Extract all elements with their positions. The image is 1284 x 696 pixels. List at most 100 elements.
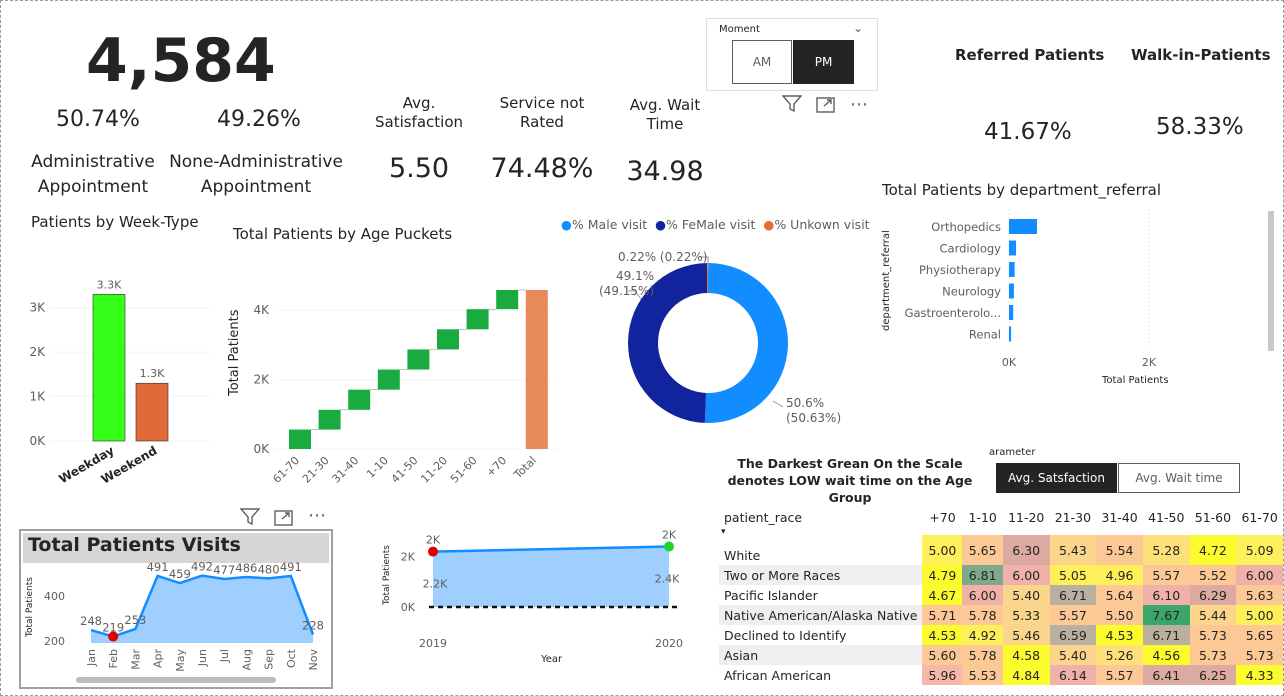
race-age-matrix: patient_race +70 1-10 11-20 21-30 31-40 41-50… xyxy=(719,507,1283,685)
chevron-down-icon[interactable]: ⌄ xyxy=(853,21,863,35)
dept-category-label: Gastroenterolo... xyxy=(905,306,1001,320)
legend-dot-female: ● xyxy=(655,217,667,232)
dept-bar[interactable] xyxy=(1009,305,1014,320)
matrix-row-header[interactable]: patient_race xyxy=(719,507,922,531)
visits-data-label: 219 xyxy=(102,621,124,635)
nonadmin-pct-kpi: 49.26% xyxy=(217,107,301,132)
slicer-title: Moment xyxy=(719,24,760,35)
matrix-col-header[interactable]: 21-30 xyxy=(1050,507,1097,531)
matrix-cell: 5.53 xyxy=(962,665,1003,685)
matrix-cell: 6.00 xyxy=(962,585,1003,605)
matrix-row[interactable]: Native American/Alaska Native 5.71 5.78 5.3… xyxy=(719,605,1283,625)
visits-data-label: 248 xyxy=(80,614,102,628)
matrix-cell: 5.96 xyxy=(922,665,963,685)
dept-category-label: Physiotherapy xyxy=(919,263,1001,277)
matrix-row[interactable]: Pacific Islander 4.67 6.00 5.40 6.71 5.64 6.10… xyxy=(719,585,1283,605)
dept-bar[interactable] xyxy=(1009,262,1015,277)
age-x-tick: 31-40 xyxy=(330,454,362,486)
age-bar-51-60[interactable] xyxy=(466,309,489,330)
matrix-row[interactable]: African American 5.96 5.53 4.84 6.14 5.57 6.41… xyxy=(719,665,1283,685)
age-bar-31-40[interactable] xyxy=(348,389,371,410)
more-options-icon[interactable]: ⋯ xyxy=(850,94,869,115)
matrix-cell: 5.78 xyxy=(962,605,1003,625)
age-chart-title: Total Patients by Age Puckets xyxy=(233,225,453,243)
age-bar-1-10[interactable] xyxy=(377,369,400,390)
visits-x-tick: Jan xyxy=(85,649,98,667)
visits-x-tick: Sep xyxy=(263,649,276,670)
walkin-label: Walk-in-Patients xyxy=(1131,46,1271,64)
week-bar-weekend[interactable] xyxy=(135,382,169,442)
matrix-cell: 5.09 xyxy=(1236,531,1283,565)
age-bar-41-50[interactable] xyxy=(407,349,430,370)
matrix-col-header[interactable]: 61-70 xyxy=(1236,507,1283,531)
week-y-tick: 2K xyxy=(29,345,46,359)
referred-label: Referred Patients xyxy=(955,46,1105,64)
more-options-icon[interactable]: ⋯ xyxy=(308,505,326,526)
donut-slice-male[interactable] xyxy=(704,263,788,423)
donut-label-male: 50.6% (50.63%) xyxy=(786,396,842,425)
matrix-col-header[interactable]: 1-10 xyxy=(962,507,1002,531)
matrix-row[interactable]: Asian 5.60 5.78 4.58 5.40 5.26 4.56 5.73 5.73 xyxy=(719,645,1283,665)
year-min-point[interactable] xyxy=(428,546,438,557)
matrix-cell: 4.92 xyxy=(962,625,1003,645)
focus-mode-icon[interactable] xyxy=(274,509,294,531)
filter-icon[interactable] xyxy=(781,95,803,117)
focus-mode-icon[interactable] xyxy=(816,96,836,118)
matrix-race-label: Asian xyxy=(724,647,759,663)
matrix-cell: 6.25 xyxy=(1189,665,1237,685)
param-option-wait-time[interactable]: Avg. Wait time xyxy=(1118,463,1240,493)
report-page: 4,584 50.74% 49.26% Administrative Appoin… xyxy=(0,0,1284,696)
param-option-satisfaction[interactable]: Avg. Satsfaction xyxy=(996,463,1117,493)
week-bar-weekday[interactable] xyxy=(92,294,126,442)
matrix-col-header[interactable]: +70 xyxy=(922,507,962,531)
dept-bar[interactable] xyxy=(1009,219,1037,234)
age-bar-+70[interactable] xyxy=(496,289,519,310)
age-bar-61-70[interactable] xyxy=(289,429,311,449)
visits-data-label: 228 xyxy=(302,619,324,633)
matrix-cell: 4.96 xyxy=(1096,565,1143,585)
age-bar-21-30[interactable] xyxy=(318,409,341,430)
moment-slicer: Moment ⌄ AM PM xyxy=(706,18,878,91)
matrix-cell: 5.54 xyxy=(1096,531,1143,565)
matrix-row[interactable]: Declined to Identify 4.53 4.92 5.46 6.59 4.53… xyxy=(719,625,1283,645)
age-y-tick: 2K xyxy=(253,373,270,387)
visits-x-tick: May xyxy=(174,649,187,672)
year-max-point[interactable] xyxy=(664,541,674,552)
visits-data-label: 459 xyxy=(169,567,191,581)
total-patients-kpi: 4,584 xyxy=(86,26,276,96)
matrix-race-label: Native American/Alaska Native xyxy=(724,607,918,623)
admin-label: Administrative Appointment xyxy=(31,152,155,197)
slicer-option-am[interactable]: AM xyxy=(732,40,792,84)
matrix-cell: 5.26 xyxy=(1096,645,1143,665)
matrix-col-header[interactable]: 51-60 xyxy=(1190,507,1237,531)
dept-bar[interactable] xyxy=(1009,240,1016,256)
dept-bar[interactable] xyxy=(1009,283,1014,299)
matrix-cell: 4.53 xyxy=(922,625,963,645)
matrix-race-label: African American xyxy=(724,667,832,683)
visits-data-label: 480 xyxy=(258,562,280,576)
dept-category-label: Cardiology xyxy=(940,242,1002,256)
slicer-option-pm[interactable]: PM xyxy=(793,40,854,84)
age-bar-11-20[interactable] xyxy=(437,329,459,350)
dept-bar[interactable] xyxy=(1009,326,1012,342)
age-y-tick: 0K xyxy=(253,442,270,456)
matrix-cell: 4.67 xyxy=(922,585,963,605)
matrix-col-header[interactable]: 41-50 xyxy=(1143,507,1190,531)
matrix-cell: 4.56 xyxy=(1142,645,1190,665)
matrix-cell: 5.78 xyxy=(962,645,1003,665)
matrix-row[interactable]: White 5.00 5.65 6.30 5.43 5.54 5.28 4.72 5.09 xyxy=(719,531,1283,565)
matrix-row[interactable]: Two or More Races 4.79 6.81 6.00 5.05 4.96 5.5… xyxy=(719,565,1283,585)
age-bar-total[interactable] xyxy=(525,289,548,449)
matrix-cell: 6.71 xyxy=(1142,625,1190,645)
admin-pct-kpi: 50.74% xyxy=(56,107,140,132)
matrix-cell: 4.72 xyxy=(1189,531,1237,565)
filter-icon[interactable] xyxy=(239,508,261,530)
matrix-col-header[interactable]: 31-40 xyxy=(1096,507,1143,531)
matrix-cell: 5.33 xyxy=(1002,605,1050,625)
visits-x-tick: Oct xyxy=(285,648,298,668)
referred-value: 41.67% xyxy=(984,119,1072,145)
sort-arrow-icon[interactable]: ▾ xyxy=(721,527,726,537)
dept-scrollbar[interactable] xyxy=(1268,211,1274,351)
matrix-col-header[interactable]: 11-20 xyxy=(1003,507,1050,531)
matrix-cell: 5.73 xyxy=(1189,625,1237,645)
